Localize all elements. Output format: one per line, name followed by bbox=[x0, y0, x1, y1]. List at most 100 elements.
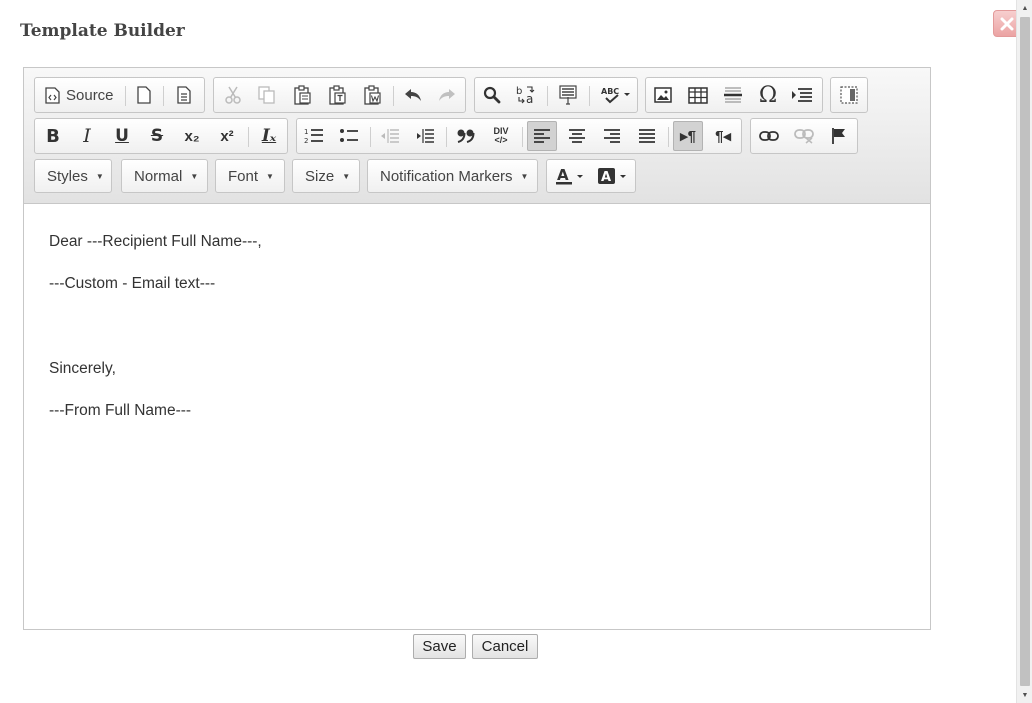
outdent-button[interactable] bbox=[375, 121, 405, 151]
anchor-button[interactable] bbox=[824, 121, 854, 151]
source-label: Source bbox=[66, 86, 114, 104]
find-icon bbox=[483, 86, 501, 104]
save-button[interactable]: Save bbox=[413, 634, 466, 659]
dialog-title: Template Builder bbox=[20, 21, 185, 41]
unlink-icon bbox=[794, 128, 814, 144]
svg-text:b: b bbox=[516, 86, 522, 97]
numbered-list-button[interactable]: 12 bbox=[299, 121, 329, 151]
italic-icon: I bbox=[83, 125, 91, 147]
subscript-icon: x₂ bbox=[184, 127, 200, 145]
scroll-up-icon[interactable]: ▲ bbox=[1020, 3, 1030, 13]
custom-text-line: ---Custom - Email text--- bbox=[49, 275, 216, 292]
format-dropdown[interactable]: Normal ▼ bbox=[121, 159, 208, 193]
outdent-icon bbox=[380, 127, 400, 145]
greeting-line: Dear ---Recipient Full Name---, bbox=[49, 233, 262, 250]
size-dropdown[interactable]: Size ▼ bbox=[292, 159, 360, 193]
notification-markers-dropdown[interactable]: Notification Markers ▼ bbox=[367, 159, 538, 193]
special-char-button[interactable]: Ω bbox=[753, 80, 783, 110]
maximize-button[interactable] bbox=[834, 80, 864, 110]
bold-button[interactable]: B bbox=[38, 121, 68, 151]
text-color-button[interactable]: A bbox=[551, 161, 589, 191]
styles-dropdown[interactable]: Styles ▼ bbox=[34, 159, 112, 193]
subscript-button[interactable]: x₂ bbox=[177, 121, 207, 151]
align-right-icon bbox=[603, 128, 621, 144]
select-all-button[interactable] bbox=[553, 80, 583, 110]
underline-button[interactable]: U bbox=[107, 121, 137, 151]
image-icon bbox=[654, 87, 672, 103]
spell-check-button[interactable]: ABC bbox=[597, 80, 635, 110]
text-direction-ltr-button[interactable]: ▸¶ bbox=[673, 121, 703, 151]
links-group bbox=[750, 118, 858, 154]
cut-button[interactable] bbox=[218, 80, 248, 110]
scroll-down-icon[interactable]: ▼ bbox=[1020, 690, 1030, 700]
find-button[interactable] bbox=[477, 80, 507, 110]
paste-icon bbox=[294, 85, 312, 105]
redo-icon bbox=[437, 88, 457, 102]
copy-icon bbox=[258, 86, 276, 104]
new-page-button[interactable] bbox=[129, 80, 159, 110]
editor-content[interactable]: Dear ---Recipient Full Name---, ---Custo… bbox=[24, 205, 930, 629]
horizontal-line-button[interactable] bbox=[718, 80, 748, 110]
templates-button[interactable] bbox=[169, 80, 199, 110]
remove-format-icon: Iₓ bbox=[261, 126, 277, 146]
replace-icon: ba bbox=[515, 85, 537, 105]
table-button[interactable] bbox=[683, 80, 713, 110]
paste-text-button[interactable] bbox=[323, 80, 353, 110]
div-container-button[interactable]: DIV </> bbox=[486, 121, 516, 151]
copy-button[interactable] bbox=[252, 80, 282, 110]
basic-styles-group: B I U S x₂ x² Iₓ bbox=[34, 118, 288, 154]
align-justify-icon bbox=[638, 128, 656, 144]
font-dropdown[interactable]: Font ▼ bbox=[215, 159, 285, 193]
chevron-down-icon: ▼ bbox=[190, 171, 199, 181]
scroll-thumb[interactable] bbox=[1020, 17, 1030, 686]
replace-button[interactable]: ba bbox=[511, 80, 541, 110]
table-icon bbox=[688, 86, 708, 104]
svg-text:A: A bbox=[557, 166, 569, 184]
flag-icon bbox=[831, 127, 847, 145]
svg-text:1: 1 bbox=[304, 128, 308, 136]
indent-button[interactable] bbox=[410, 121, 440, 151]
source-icon bbox=[45, 86, 60, 104]
image-button[interactable] bbox=[648, 80, 678, 110]
page-scrollbar[interactable]: ▲ ▼ bbox=[1016, 0, 1032, 703]
remove-format-button[interactable]: Iₓ bbox=[254, 121, 284, 151]
text-direction-rtl-button[interactable]: ¶◂ bbox=[708, 121, 738, 151]
undo-button[interactable] bbox=[398, 80, 428, 110]
paste-text-icon bbox=[329, 85, 347, 105]
align-justify-button[interactable] bbox=[632, 121, 662, 151]
maximize-icon bbox=[840, 86, 858, 104]
align-center-icon bbox=[568, 128, 586, 144]
font-label: Font bbox=[228, 167, 259, 185]
superscript-button[interactable]: x² bbox=[212, 121, 242, 151]
bulleted-list-icon bbox=[339, 128, 359, 144]
div-code-glyph: </> bbox=[494, 135, 508, 145]
italic-button[interactable]: I bbox=[72, 121, 102, 151]
text-color-icon: A bbox=[554, 166, 586, 186]
align-left-button[interactable] bbox=[527, 121, 557, 151]
paste-button[interactable] bbox=[288, 80, 318, 110]
page-break-button[interactable] bbox=[787, 80, 817, 110]
chevron-down-icon: ▼ bbox=[95, 171, 104, 181]
blockquote-button[interactable] bbox=[451, 121, 481, 151]
page-break-icon bbox=[791, 87, 813, 103]
undo-icon bbox=[403, 88, 423, 102]
numbered-list-icon: 12 bbox=[304, 127, 324, 145]
svg-text:ABC: ABC bbox=[601, 87, 619, 96]
align-center-button[interactable] bbox=[562, 121, 592, 151]
rich-text-editor: Source b a ABC Ω B I U S x₂ x² Iₓ 1 2 DI… bbox=[23, 67, 931, 630]
underline-icon: U bbox=[115, 126, 129, 146]
bulleted-list-button[interactable] bbox=[334, 121, 364, 151]
unlink-button[interactable] bbox=[789, 121, 819, 151]
cancel-button[interactable]: Cancel bbox=[472, 634, 538, 659]
source-button[interactable]: Source bbox=[37, 80, 123, 110]
document-group: Source bbox=[34, 77, 205, 113]
redo-button[interactable] bbox=[432, 80, 462, 110]
link-button[interactable] bbox=[754, 121, 784, 151]
notification-markers-label: Notification Markers bbox=[380, 167, 513, 185]
strikethrough-button[interactable]: S bbox=[142, 121, 172, 151]
paste-word-button[interactable] bbox=[358, 80, 388, 110]
align-right-button[interactable] bbox=[597, 121, 627, 151]
background-color-button[interactable]: A bbox=[593, 161, 633, 191]
svg-text:A: A bbox=[601, 170, 611, 185]
